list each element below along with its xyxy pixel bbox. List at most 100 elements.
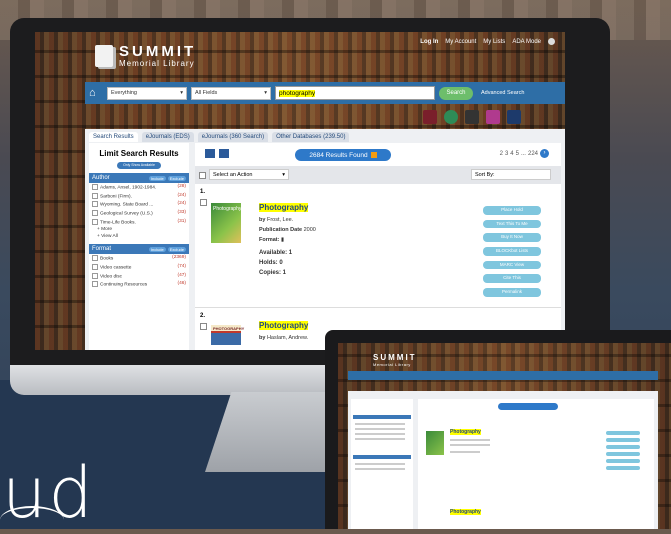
facet-row[interactable]: Wyoming. State Board ... (24) [89,200,189,209]
checkbox[interactable] [92,264,98,271]
brand-subtitle: Memorial Library [119,59,195,68]
laptop-screen: SUMMIT Memorial Library Photography Phot… [338,343,671,529]
facet-count: (47) [177,272,186,278]
permalink-button[interactable]: Permalink [483,288,541,297]
next-page-icon[interactable]: › [540,149,549,158]
lists-button[interactable]: BLOCKbot Lists [483,247,541,256]
record-title-link[interactable]: Photography [259,321,309,330]
view-all-link[interactable]: + View All [89,233,189,240]
more-link[interactable]: + More [89,226,189,233]
facet-label: Time-Life Books. [100,220,136,226]
monitor-screen: SUMMIT Memorial Library Log In My Accoun… [35,32,565,350]
page-link[interactable]: 4 [510,151,513,157]
ada-toggle-icon[interactable] [548,38,555,45]
grid-view-icon[interactable] [219,149,229,158]
author-value[interactable]: Frost, Lee. [267,217,293,223]
list-view-icon[interactable] [205,149,215,158]
search-bar: ⌂ Everything ▾ All Fields ▾ photography Se… [85,82,565,104]
laptop-action-button [606,438,640,442]
select-all-checkbox[interactable] [199,172,206,179]
resource-icon-1[interactable] [423,110,437,124]
facet-row[interactable]: Continuing Resources (46) [89,280,189,289]
facet-row[interactable]: Adams, Ansel, 1902-1984. (28) [89,183,189,192]
exclude-button[interactable]: Exclude [167,175,186,181]
checkbox[interactable] [92,184,98,191]
brand-logo[interactable]: SUMMIT Memorial Library [95,44,196,68]
place-hold-button[interactable]: Place Hold [483,206,541,215]
tab-search-results[interactable]: Search Results [89,132,138,142]
page-link[interactable]: 2 [500,151,503,157]
checkbox[interactable] [92,192,98,199]
record-format: Format: ▮ [259,237,284,243]
tab-ejournals-eds[interactable]: eJournals (EDS) [141,132,194,142]
record-divider [195,307,561,308]
checkbox[interactable] [92,255,98,262]
page-link[interactable]: 224 [528,151,538,157]
facet-count: (46) [177,281,186,287]
laptop-record-line [450,444,490,446]
select-action-dropdown[interactable]: Select an Action ▾ [209,169,289,180]
book-format-icon: ▮ [281,237,285,243]
record-checkbox[interactable] [200,323,207,330]
rss-icon[interactable] [370,152,377,158]
advanced-search-link[interactable]: Advanced Search [481,90,524,96]
text-this-button[interactable]: Text This To Me [483,219,541,229]
resource-icons [423,110,521,124]
record-copies: Copies: 1 [259,270,287,276]
facet-row[interactable]: Sarboni (Firm). (24) [89,192,189,201]
only-show-available-button[interactable]: Only Show Available [117,162,161,169]
search-input[interactable]: photography [275,86,435,100]
facet-count: (24) [177,201,186,207]
checkbox[interactable] [92,281,98,288]
include-button[interactable]: Include [148,246,166,252]
tab-other-databases[interactable]: Other Databases (239.50) [272,132,350,142]
film-icon[interactable] [465,110,479,124]
home-icon[interactable]: ⌂ [89,87,103,99]
checkbox[interactable] [92,201,98,208]
scope-select[interactable]: Everything ▾ [107,86,187,100]
sort-by-dropdown[interactable]: Sort By: [471,169,551,180]
laptop-sidebar [351,399,413,529]
results-panel: Search Results eJournals (EDS) eJournals… [85,129,565,350]
facet-row[interactable]: Video cassette (74) [89,263,189,272]
exclude-button[interactable]: Exclude [167,246,186,252]
checkbox[interactable] [92,272,98,279]
record-author: by Frost, Lee. [259,217,293,223]
book-cover[interactable]: Photography [211,203,241,243]
search-button[interactable]: Search [439,86,473,100]
laptop-record-line [450,451,480,453]
cite-this-button[interactable]: Cite This [483,274,541,283]
my-account-link[interactable]: My Account [445,39,476,45]
buy-it-now-button[interactable]: Buy It Now [483,233,541,242]
laptop-facet-row [355,423,405,425]
facet-row[interactable]: Books (2369) [89,254,189,263]
laptop-brand-title: SUMMIT [373,353,417,362]
checkbox[interactable] [92,218,98,225]
facet-row[interactable]: Video disc (47) [89,271,189,280]
checkbox[interactable] [92,210,98,217]
laptop-facet-row [355,463,405,465]
my-lists-link[interactable]: My Lists [483,39,505,45]
laptop-record-line [450,439,490,441]
resource-icon-2[interactable] [444,110,458,124]
record-checkbox[interactable] [200,199,207,206]
resource-icon-4[interactable] [486,110,500,124]
page-link[interactable]: 5 [516,151,519,157]
resource-icon-5[interactable] [507,110,521,124]
book-cover[interactable]: PHOTOGRAPHY [211,325,244,345]
ada-mode-link[interactable]: ADA Mode [512,39,541,45]
author-value[interactable]: Haslam, Andrew. [267,335,308,341]
include-button[interactable]: Include [148,175,166,181]
record-author: by Haslam, Andrew. [259,335,308,341]
tab-ejournals-360[interactable]: eJournals (360 Search) [197,132,269,142]
facet-row[interactable]: Geological Survey (U.S.) (33) [89,209,189,218]
facet-count: (2369) [172,255,186,261]
marc-view-button[interactable]: MARC View [483,260,541,270]
laptop-book-cover [426,431,444,455]
login-link[interactable]: Log In [420,39,438,45]
record-title-link[interactable]: Photography [259,203,309,212]
field-select[interactable]: All Fields ▾ [191,86,271,100]
page-link[interactable]: 3 [505,151,508,157]
record-actions: Place Hold Text This To Me Buy It Now BL… [483,206,541,302]
facet-row[interactable]: Time-Life Books. (31) [89,218,189,227]
